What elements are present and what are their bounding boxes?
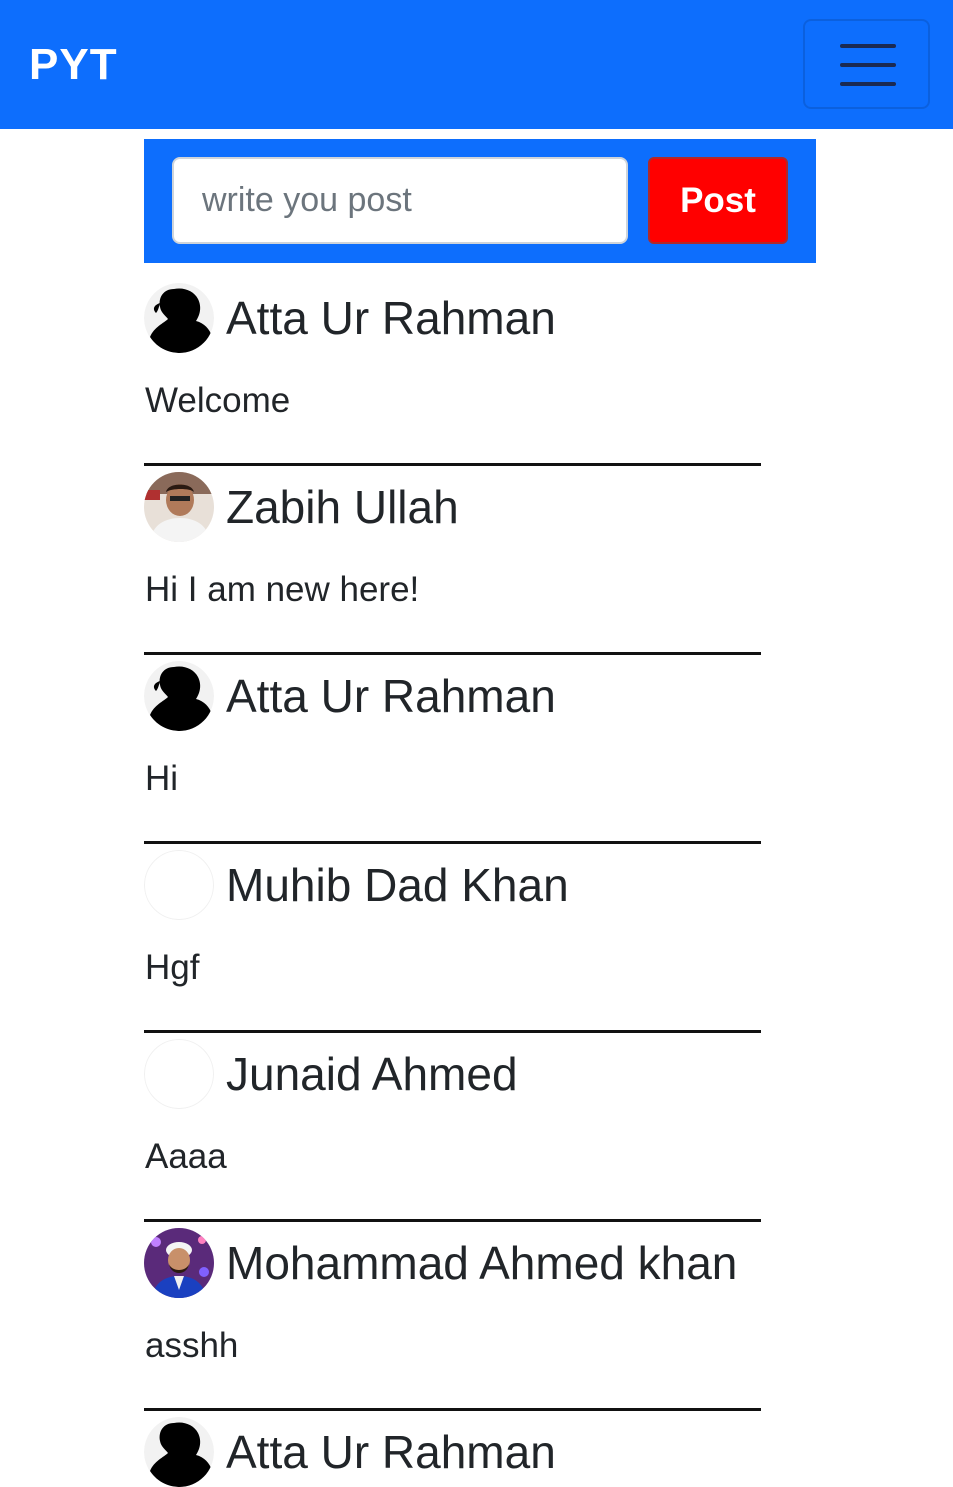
hamburger-menu-icon bbox=[840, 44, 896, 48]
post-author[interactable]: Atta Ur Rahman bbox=[226, 1423, 556, 1481]
post-item: Junaid Ahmed Aaaa bbox=[144, 1033, 761, 1222]
blank-avatar-icon[interactable] bbox=[144, 1039, 214, 1109]
post-content: Hi I am new here! bbox=[145, 570, 420, 609]
user-photo-avatar-icon[interactable] bbox=[144, 1228, 214, 1298]
post-item: Atta Ur Rahman bbox=[144, 1411, 761, 1487]
post-item: Muhib Dad Khan Hgf bbox=[144, 844, 761, 1033]
blank-avatar-icon[interactable] bbox=[144, 850, 214, 920]
silhouette-avatar-icon[interactable] bbox=[144, 1417, 214, 1487]
post-author[interactable]: Mohammad Ahmed khan bbox=[226, 1234, 737, 1292]
post-button[interactable]: Post bbox=[648, 157, 788, 244]
post-author[interactable]: Muhib Dad Khan bbox=[226, 856, 569, 914]
silhouette-avatar-icon[interactable] bbox=[144, 661, 214, 731]
post-item: Mohammad Ahmed khan asshh bbox=[144, 1222, 761, 1411]
top-navbar: PYT bbox=[0, 0, 953, 129]
silhouette-avatar-icon[interactable] bbox=[144, 283, 214, 353]
post-item: Atta Ur Rahman Hi bbox=[144, 655, 761, 844]
post-author[interactable]: Atta Ur Rahman bbox=[226, 667, 556, 725]
post-composer: Post bbox=[144, 139, 816, 263]
post-item: Atta Ur Rahman Welcome bbox=[144, 277, 761, 466]
hamburger-menu-icon-bar bbox=[840, 63, 896, 67]
post-author[interactable]: Atta Ur Rahman bbox=[226, 289, 556, 347]
post-content: asshh bbox=[145, 1326, 239, 1365]
post-content: Aaaa bbox=[145, 1137, 227, 1176]
post-item: Zabih Ullah Hi I am new here! bbox=[144, 466, 761, 655]
menu-toggle-button[interactable] bbox=[803, 19, 930, 109]
post-feed: Atta Ur Rahman Welcome Zabih Ullah Hi I … bbox=[144, 277, 761, 1487]
post-input[interactable] bbox=[172, 157, 628, 244]
user-photo-avatar-icon[interactable] bbox=[144, 472, 214, 542]
brand-logo[interactable]: PYT bbox=[29, 38, 118, 92]
post-content: Hi bbox=[145, 759, 179, 798]
hamburger-menu-icon-bar bbox=[840, 82, 896, 86]
post-author[interactable]: Zabih Ullah bbox=[226, 478, 459, 536]
post-content: Hgf bbox=[145, 948, 200, 987]
post-content: Welcome bbox=[145, 381, 291, 420]
post-author[interactable]: Junaid Ahmed bbox=[226, 1045, 518, 1103]
